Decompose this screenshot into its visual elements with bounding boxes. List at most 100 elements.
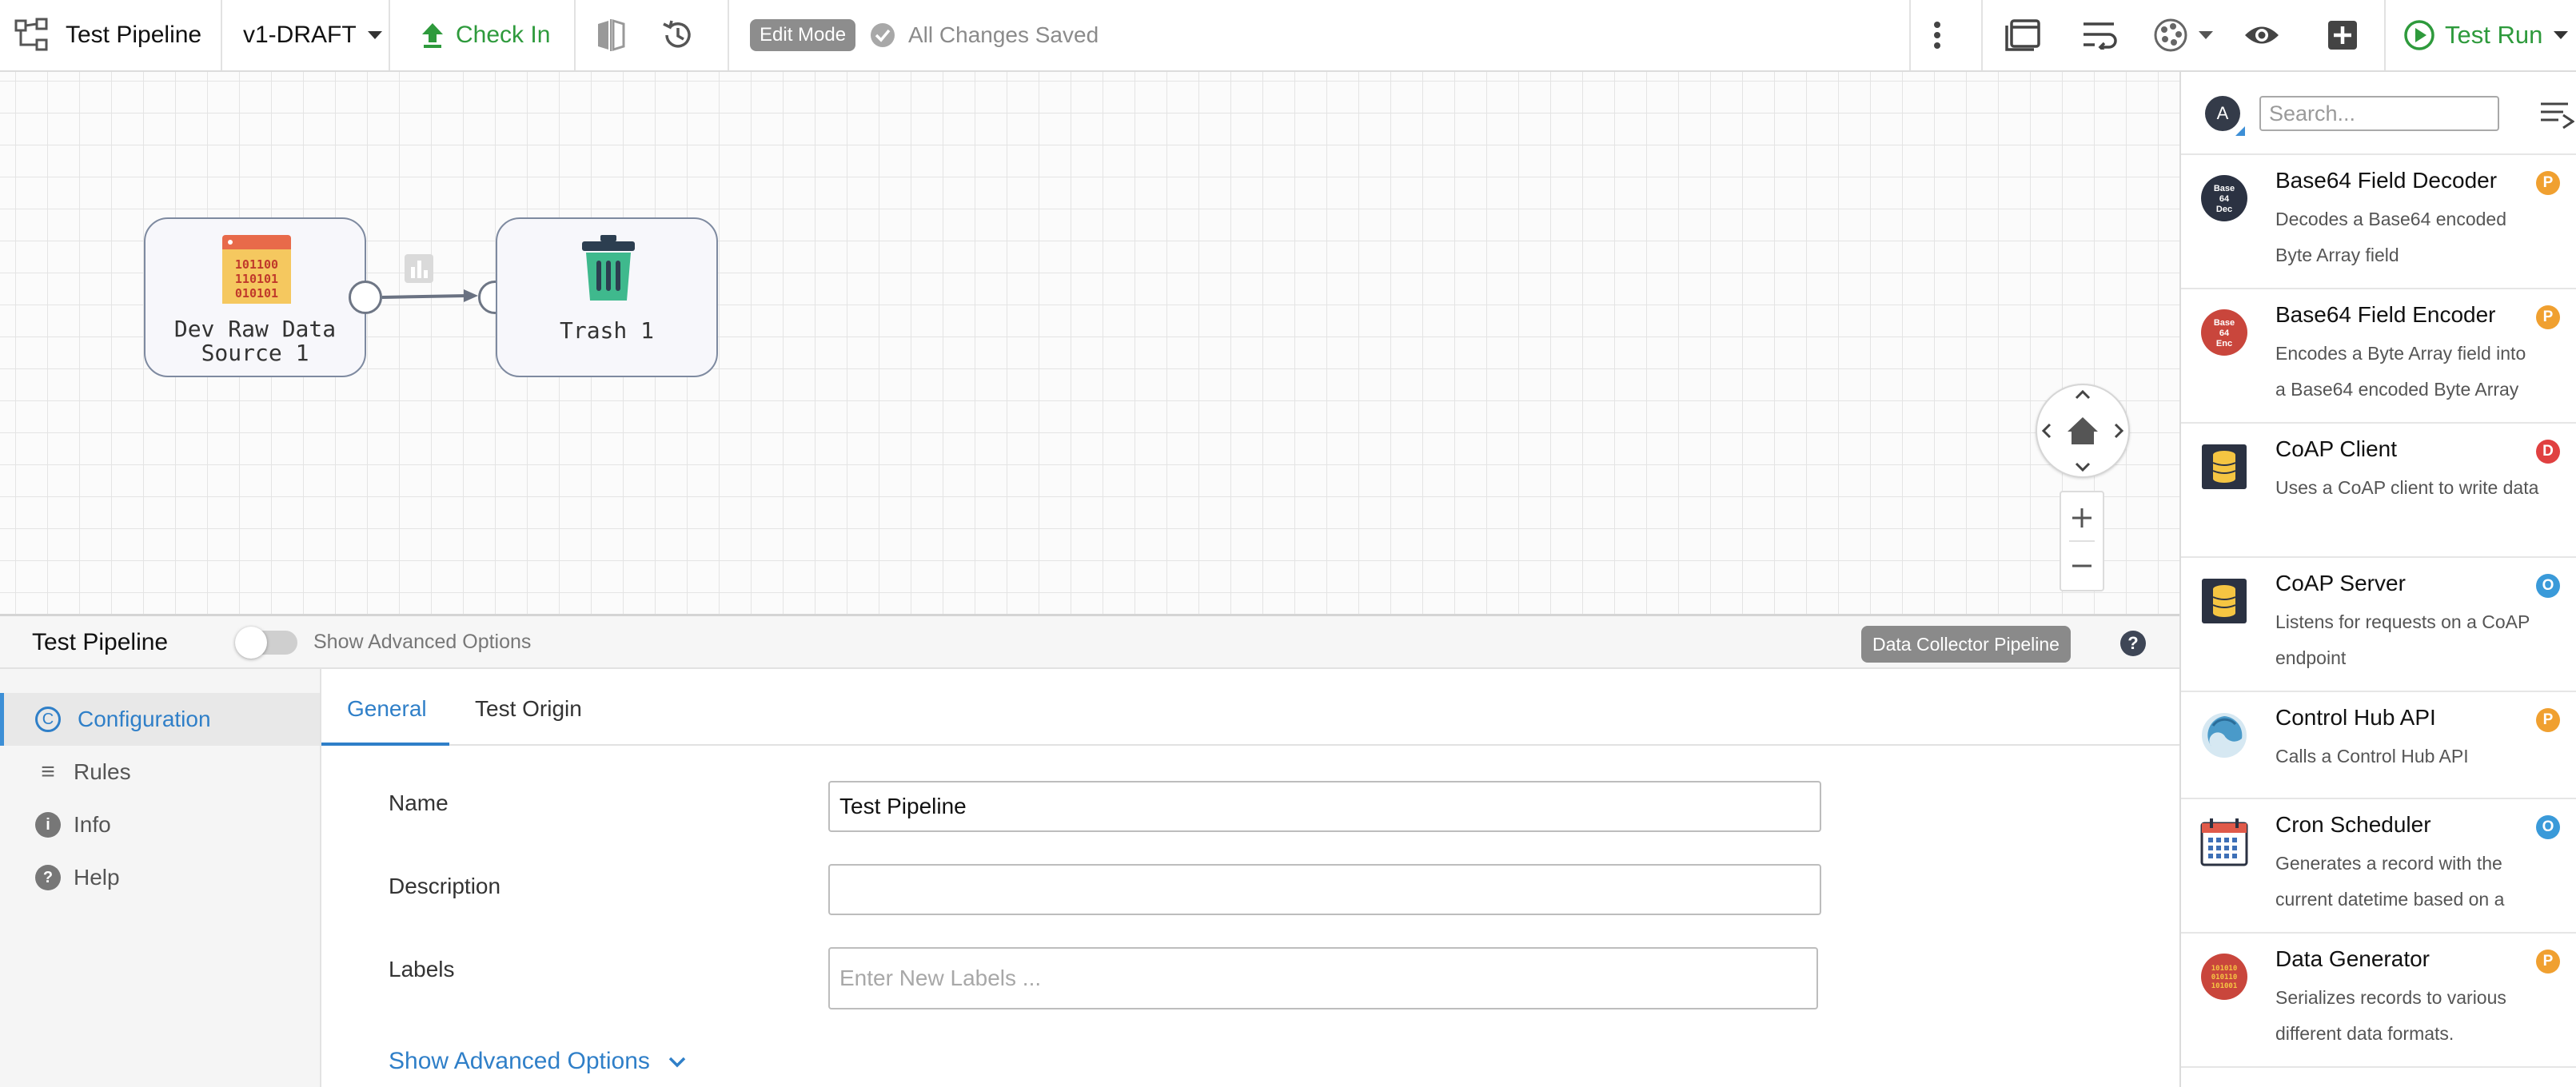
library-item-name: Data Generator (2275, 946, 2430, 971)
toggle-knob (235, 627, 267, 659)
add-stage-button[interactable] (2327, 0, 2359, 70)
tabs-divider (321, 744, 2179, 746)
help-icon[interactable]: ? (2120, 631, 2146, 656)
library-item-base64-field-decoder[interactable]: Base 64 Dec Base64 Field Decoder Decodes… (2181, 155, 2576, 289)
stage-node-dev-raw-data-source[interactable]: 101100 110101 010101 Dev Raw Data Source… (144, 217, 366, 377)
show-advanced-options-label: Show Advanced Options (389, 1048, 650, 1074)
preview-button[interactable] (2243, 0, 2280, 70)
zoom-in-icon[interactable] (2072, 508, 2092, 528)
edit-mode-badge: Edit Mode (750, 19, 856, 51)
library-header: A (2181, 72, 2576, 155)
library-item-base64-field-encoder[interactable]: Base 64 Enc Base64 Field Encoder Encodes… (2181, 289, 2576, 424)
wrap-text-icon (2084, 22, 2117, 50)
trash-icon (582, 235, 635, 301)
nav-help[interactable]: ? Help (0, 851, 320, 904)
library-item-name: Base64 Field Encoder (2275, 302, 2496, 327)
history-button[interactable] (660, 0, 696, 70)
database-icon (2202, 579, 2247, 623)
config-header: Test Pipeline Show Advanced Options Data… (0, 616, 2179, 669)
binary-circle-icon: 101010 010110 101001 (2201, 954, 2247, 1000)
active-tab-indicator (321, 743, 449, 746)
library-item-name: CoAP Server (2275, 571, 2406, 595)
pan-down-icon[interactable] (2075, 462, 2091, 472)
stage-type-badge: P (2536, 305, 2560, 329)
svg-text:110101: 110101 (235, 272, 278, 286)
svg-text:64: 64 (2219, 328, 2230, 338)
chart-icon[interactable] (405, 254, 433, 283)
svg-text:101010: 101010 (2211, 965, 2238, 973)
nav-rules[interactable]: ≡ Rules (0, 746, 320, 798)
library-item-description: Decodes a Base64 encoded Byte Array fiel… (2275, 209, 2506, 265)
library-item-description: Listens for requests on a CoAP endpoint (2275, 611, 2530, 668)
library-search-input[interactable] (2259, 96, 2499, 131)
stage-type-badge: O (2536, 815, 2560, 839)
library-item-coap-server[interactable]: CoAP Server Listens for requests on a Co… (2181, 558, 2576, 692)
base64-encoder-icon: Base 64 Enc (2201, 309, 2247, 356)
library-item-name: Base64 Field Decoder (2275, 168, 2498, 193)
edit-mode-indicator: Edit Mode (750, 0, 856, 70)
toolbar-divider (1909, 0, 1911, 70)
library-item-coap-client[interactable]: CoAP Client Uses a CoAP client to write … (2181, 424, 2576, 558)
library-item-cron-scheduler[interactable]: Cron Scheduler Generates a record with t… (2181, 799, 2576, 934)
stage-type-badge: O (2536, 574, 2560, 598)
version-label: v1-DRAFT (243, 22, 357, 48)
more-vertical-icon (1934, 22, 1940, 49)
pipeline-icon[interactable] (14, 0, 50, 70)
home-icon[interactable] (2068, 417, 2098, 444)
stage-node-trash[interactable]: Trash 1 (496, 217, 718, 377)
name-input[interactable] (828, 781, 1821, 832)
top-toolbar: Test Pipeline v1-DRAFT Check In Edit Mod… (0, 0, 2576, 72)
pipeline-title: Test Pipeline (66, 22, 202, 48)
nav-label: Rules (74, 759, 131, 784)
toolbar-divider (574, 0, 576, 70)
more-options-button[interactable] (1933, 0, 1941, 70)
library-item-description: Calls a Control Hub API (2275, 746, 2469, 766)
api-swirl-icon (2202, 713, 2247, 758)
compare-versions-button[interactable] (595, 0, 627, 70)
stage-type-badge: P (2536, 708, 2560, 732)
svg-text:010110: 010110 (2211, 974, 2238, 981)
list-icon: ≡ (41, 759, 55, 785)
nav-label: Help (74, 865, 120, 890)
chevron-down-icon (668, 1057, 686, 1068)
auto-arrange-button[interactable] (2082, 0, 2117, 70)
calendar-icon (2200, 818, 2248, 866)
svg-text:Enc: Enc (2216, 339, 2232, 348)
labels-input[interactable] (828, 947, 1818, 1009)
stage-connector[interactable] (381, 281, 484, 313)
corner-arrow-icon (2235, 126, 2245, 136)
history-icon (663, 20, 691, 48)
library-item-description: Encodes a Byte Array field into a Base64… (2275, 343, 2526, 400)
labels-label: Labels (389, 957, 455, 981)
pipeline-canvas[interactable]: 101100 110101 010101 Dev Raw Data Source… (0, 72, 2179, 614)
database-icon (2202, 444, 2247, 489)
library-item-control-hub-api[interactable]: Control Hub API Calls a Control Hub API … (2181, 692, 2576, 799)
pan-left-icon[interactable] (2041, 423, 2052, 439)
nav-label: Info (74, 812, 111, 837)
pan-right-icon[interactable] (2114, 423, 2124, 439)
advanced-options-toggle[interactable] (235, 627, 297, 659)
test-run-button[interactable]: Test Run (2403, 0, 2570, 70)
name-label: Name (389, 790, 449, 815)
stage-label: Source 1 (201, 340, 309, 366)
nav-configuration[interactable]: C Configuration (0, 693, 320, 746)
tab-general[interactable]: General (347, 696, 427, 722)
pan-up-icon[interactable] (2075, 389, 2091, 400)
svg-text:Base: Base (2214, 318, 2235, 328)
nav-info[interactable]: i Info (0, 798, 320, 851)
upload-arrow-icon (422, 23, 443, 48)
zoom-control (2060, 491, 2104, 591)
library-item-description: Serializes records to various different … (2275, 987, 2506, 1044)
version-dropdown[interactable]: v1-DRAFT (243, 0, 384, 70)
stage-label: Trash 1 (559, 317, 654, 344)
output-port[interactable] (349, 281, 382, 314)
description-input[interactable] (828, 864, 1821, 915)
theme-dropdown[interactable] (2152, 0, 2215, 70)
check-in-button[interactable]: Check In (421, 0, 550, 70)
show-advanced-options-link[interactable]: Show Advanced Options (389, 1048, 687, 1075)
tab-test-origin[interactable]: Test Origin (475, 696, 582, 722)
chevron-down-icon (2554, 31, 2569, 39)
stage-library-toggle-button[interactable] (2005, 0, 2040, 70)
list-sort-icon[interactable] (2539, 101, 2574, 129)
library-item-data-generator[interactable]: 101010 010110 101001 Data Generator Seri… (2181, 934, 2576, 1068)
